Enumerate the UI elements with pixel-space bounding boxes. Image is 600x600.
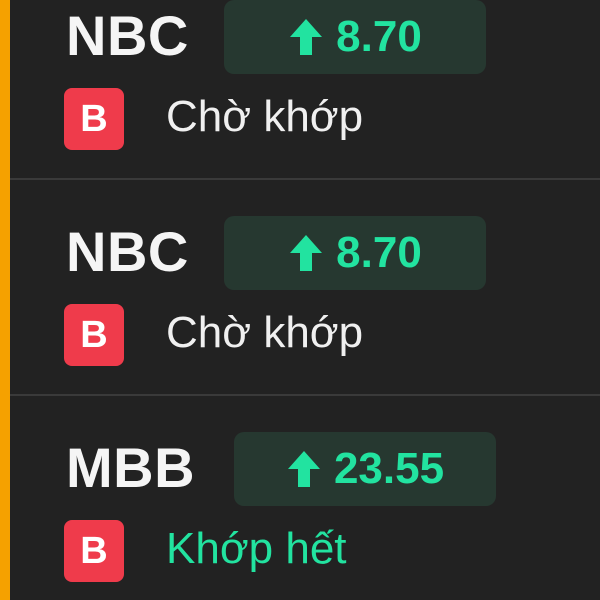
arrow-up-icon xyxy=(290,235,323,271)
order-list: NBC 8.70 B Chờ khớp NBC 8.70 B Chờ khớp … xyxy=(10,0,600,600)
price-badge: 23.55 xyxy=(234,432,496,506)
buy-side-badge: B xyxy=(64,88,124,150)
price-value: 8.70 xyxy=(336,228,422,277)
arrow-up-icon xyxy=(287,451,320,487)
order-row[interactable]: MBB 23.55 B Khớp hết xyxy=(10,398,600,600)
stock-symbol: NBC xyxy=(66,220,189,283)
stock-symbol: MBB xyxy=(66,436,196,499)
price-badge: 8.70 xyxy=(224,0,486,74)
order-row[interactable]: NBC 8.70 B Chờ khớp xyxy=(10,0,600,182)
row-divider xyxy=(10,178,600,180)
side-label: B xyxy=(80,530,108,572)
price-value: 8.70 xyxy=(336,12,422,61)
order-status: Chờ khớp xyxy=(166,92,364,141)
order-status: Chờ khớp xyxy=(166,308,364,357)
price-badge: 8.70 xyxy=(224,216,486,290)
side-label: B xyxy=(80,314,108,356)
price-value: 23.55 xyxy=(333,444,445,493)
buy-side-badge: B xyxy=(64,520,124,582)
side-label: B xyxy=(80,98,108,140)
stock-symbol: NBC xyxy=(66,4,189,67)
order-row[interactable]: NBC 8.70 B Chờ khớp xyxy=(10,182,600,398)
order-list-accent-bar xyxy=(0,0,10,600)
row-divider xyxy=(10,394,600,396)
buy-side-badge: B xyxy=(64,304,124,366)
order-status: Khớp hết xyxy=(166,524,347,573)
arrow-up-icon xyxy=(290,19,323,55)
